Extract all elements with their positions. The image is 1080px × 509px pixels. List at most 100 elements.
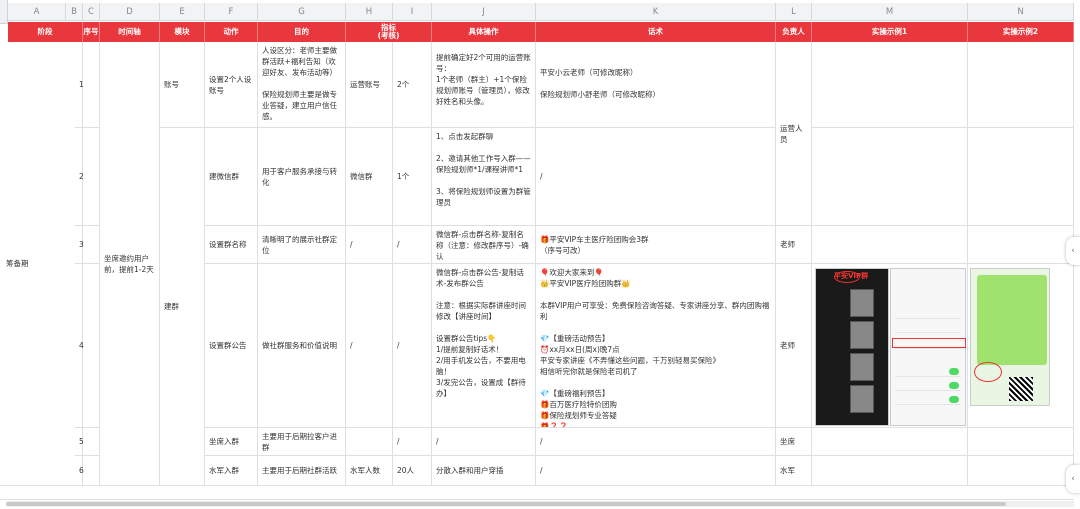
col-header-j[interactable]: J (432, 3, 536, 21)
script-cell[interactable]: 平安小云老师（可修改昵称） 保险规划师小舒老师（可修改昵称） (536, 42, 776, 128)
owner-cell[interactable]: 坐席 (776, 428, 812, 456)
goal-cell[interactable]: 清晰明了的展示社群定位 (258, 226, 346, 264)
owner-cell[interactable]: 老师 (776, 226, 812, 264)
timeline-cell[interactable]: 坐席邀约用户前，提前1-2天 (100, 42, 160, 486)
script-cell[interactable]: / (536, 428, 776, 456)
metric-cell[interactable]: / (346, 264, 393, 428)
action-cell[interactable]: 坐席入群 (205, 428, 258, 456)
count-cell[interactable]: / (393, 226, 432, 264)
operation-cell[interactable]: 提前确定好2个可用的运营账号： 1个老师（群主）+1个保险规划师账号（管理员），… (432, 42, 536, 128)
seq-cell[interactable]: 6 (75, 456, 100, 486)
header-example1[interactable]: 实操示例1 (812, 22, 968, 42)
header-script[interactable]: 话术 (536, 22, 776, 42)
scrollbar-thumb[interactable] (6, 502, 1006, 506)
header-example2[interactable]: 实操示例2 (968, 22, 1074, 42)
annotation-circle (834, 271, 860, 283)
goal-cell[interactable]: 主要用于后期拉客户进群 (258, 428, 346, 456)
header-seq[interactable]: 序号 (83, 22, 100, 42)
col-header-c[interactable]: C (83, 3, 100, 21)
count-cell[interactable]: 1个 (393, 128, 432, 226)
action-cell[interactable]: 建微信群 (205, 128, 258, 226)
chevron-left-icon[interactable]: ‹ (1066, 237, 1080, 265)
header-stage[interactable]: 阶段 (8, 22, 83, 42)
col-header-g[interactable]: G (258, 3, 346, 21)
col-header-l[interactable]: L (776, 3, 812, 21)
chevron-left-icon[interactable]: ‹ (1066, 465, 1080, 493)
header-metric[interactable]: 指标 (考核) (346, 22, 432, 42)
count-cell[interactable]: 2个 (393, 42, 432, 128)
stage-cell[interactable]: 筹备期 (0, 42, 83, 486)
header-timeline[interactable]: 时间轴 (100, 22, 160, 42)
example2-cell[interactable] (968, 456, 1074, 486)
seq-cell[interactable]: 3 (75, 226, 100, 264)
col-header-d[interactable]: D (100, 3, 160, 21)
table-header-row: 阶段 序号 时间轴 模块 动作 目的 指标 (考核) 具体操作 话术 负责人 实… (8, 22, 1074, 42)
col-header-a[interactable]: A (8, 3, 66, 21)
metric-cell[interactable]: 微信群 (346, 128, 393, 226)
example2-cell[interactable] (968, 42, 1074, 128)
metric-cell[interactable]: 水军人数 (346, 456, 393, 486)
header-action[interactable]: 动作 (205, 22, 258, 42)
example1-cell[interactable] (812, 42, 968, 128)
qr-code-icon (1009, 377, 1033, 401)
example1-cell[interactable] (812, 456, 968, 486)
col-header-e[interactable]: E (160, 3, 205, 21)
count-cell[interactable]: / (393, 428, 432, 456)
col-header-i[interactable]: I (393, 3, 432, 21)
owner-cell[interactable]: 老师 (776, 264, 812, 428)
script-cell[interactable]: 🎁平安VIP车主医疗险团购会3群 （序号可改） (536, 226, 776, 264)
seq-cell[interactable]: 4 (75, 264, 100, 428)
header-operation[interactable]: 具体操作 (432, 22, 536, 42)
action-cell[interactable]: 设置群公告 (205, 264, 258, 428)
action-cell[interactable]: 水军入群 (205, 456, 258, 486)
goal-cell[interactable]: 做社群服务和价值说明 (258, 264, 346, 428)
example1-cell[interactable] (812, 128, 968, 226)
operation-cell[interactable]: / (432, 428, 536, 456)
example1-cell[interactable] (812, 226, 968, 264)
goal-cell[interactable]: 用于客户服务承接与转化 (258, 128, 346, 226)
module-account-cell[interactable]: 账号 (160, 42, 205, 128)
seq-cell[interactable]: 5 (75, 428, 100, 456)
header-module[interactable]: 模块 (160, 22, 205, 42)
operation-cell[interactable]: 微信群-点击群名称-复制名称（注意：修改群序号）-确认 (432, 226, 536, 264)
script-cell[interactable]: / (536, 456, 776, 486)
action-cell[interactable]: 设置群名称 (205, 226, 258, 264)
goal-cell[interactable]: 人设区分：老师主要做群活跃+福利告知（欢迎好友、发布活动等） 保险规划师主要是做… (258, 42, 346, 128)
seq-cell[interactable]: 2 (75, 128, 100, 226)
example2-cell[interactable] (968, 128, 1074, 226)
script-cell[interactable]: 🎈欢迎大家来到🎈 👑平安VIP医疗险团购群👑 本群VIP用户可享受：免费保险咨询… (536, 264, 776, 428)
metric-cell[interactable]: 运营账号 (346, 42, 393, 128)
col-header-n[interactable]: N (968, 3, 1074, 21)
annotation-circle (974, 362, 1002, 382)
header-owner[interactable]: 负责人 (776, 22, 812, 42)
module-group-cell[interactable]: 建群 (160, 128, 205, 486)
count-cell[interactable]: 20人 (393, 456, 432, 486)
example2-cell[interactable] (968, 428, 1074, 456)
example1-cell[interactable] (812, 428, 968, 456)
metric-cell[interactable] (346, 428, 393, 456)
count-cell[interactable]: / (393, 264, 432, 428)
seq-cell[interactable]: 1 (75, 42, 100, 128)
metric-cell[interactable]: / (346, 226, 393, 264)
example-chat-screenshot: 平安VIP群 (815, 268, 889, 426)
goal-cell[interactable]: 主要用于后期社群活跃 (258, 456, 346, 486)
operation-cell[interactable]: 1、点击发起群聊 2、邀请其他工作号入群—— 保险规划师*1/课程讲师*1 3、… (432, 128, 536, 226)
col-header-f[interactable]: F (205, 3, 258, 21)
owner-cell[interactable]: 运营人员 (776, 42, 812, 226)
select-all-corner[interactable] (0, 0, 8, 24)
header-goal[interactable]: 目的 (258, 22, 346, 42)
horizontal-scrollbar[interactable] (6, 501, 1074, 507)
col-header-b[interactable]: B (66, 3, 83, 21)
script-cell[interactable]: / (536, 128, 776, 226)
annotation-box (892, 338, 966, 348)
example-announcement-screenshot (970, 268, 1050, 406)
example2-cell[interactable] (968, 226, 1074, 264)
col-header-m[interactable]: M (812, 3, 968, 21)
owner-cell[interactable]: 水军 (776, 456, 812, 486)
empty-row[interactable] (0, 486, 1074, 500)
col-header-h[interactable]: H (346, 3, 393, 21)
action-cell[interactable]: 设置2个人设账号 (205, 42, 258, 128)
operation-cell[interactable]: 微信群-点击群公告-复制话术-发布群公告 注意：根据实际群讲座时间修改【讲座时间… (432, 264, 536, 428)
col-header-k[interactable]: K (536, 3, 776, 21)
operation-cell[interactable]: 分散入群和用户穿插 (432, 456, 536, 486)
